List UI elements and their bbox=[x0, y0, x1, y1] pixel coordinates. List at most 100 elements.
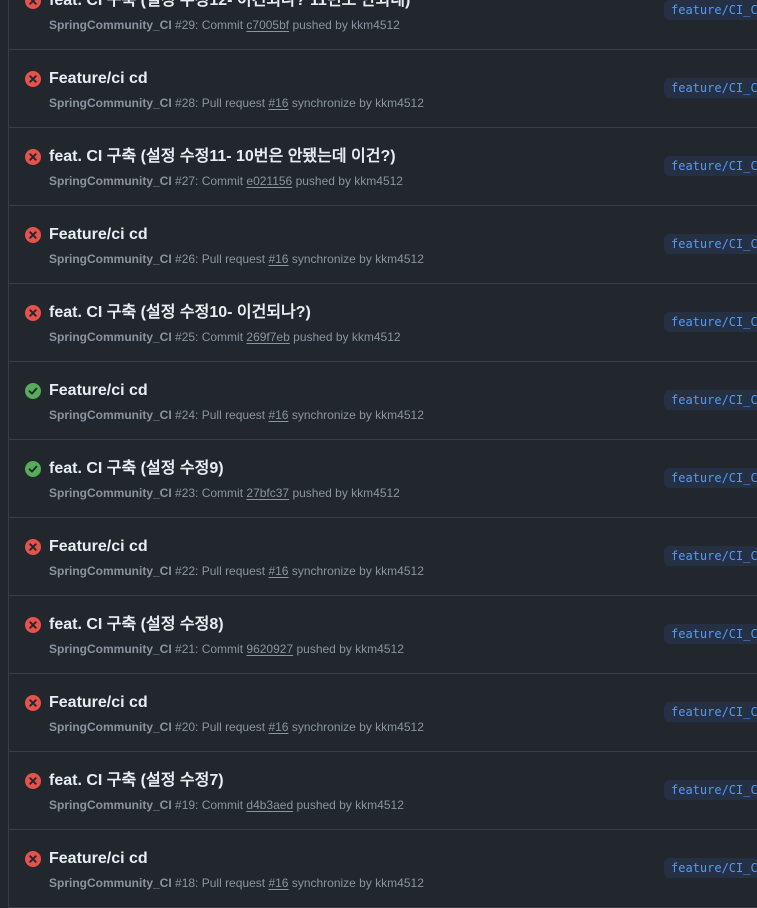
branch-label[interactable]: feature/CI_CD bbox=[664, 468, 757, 488]
run-title[interactable]: feat. CI 구축 (설정 수정11- 10번은 안됐는데 이건?) bbox=[49, 148, 396, 166]
event-text: Commit bbox=[201, 642, 244, 656]
run-title[interactable]: feat. CI 구축 (설정 수정9) bbox=[49, 460, 224, 478]
actor-text: synchronize by kkm4512 bbox=[291, 564, 424, 578]
workflow-runs-list: feat. CI 구축 (설정 수정12- 이건되나? 11번도 안되네) Sp… bbox=[8, 0, 757, 908]
x-circle-icon bbox=[25, 227, 41, 243]
actor-text: synchronize by kkm4512 bbox=[291, 96, 424, 110]
run-number: #27 bbox=[175, 174, 196, 188]
run-title[interactable]: Feature/ci cd bbox=[49, 382, 148, 400]
workflow-run-row[interactable]: feat. CI 구축 (설정 수정11- 10번은 안됐는데 이건?) Spr… bbox=[9, 128, 757, 206]
event-text: Commit bbox=[201, 798, 244, 812]
x-circle-icon bbox=[25, 539, 41, 555]
event-text: Pull request bbox=[201, 96, 266, 110]
workflow-run-row[interactable]: Feature/ci cd SpringCommunity_CI #18: Pu… bbox=[9, 830, 757, 908]
run-number: #28 bbox=[175, 96, 196, 110]
commit-link[interactable]: d4b3aed bbox=[246, 798, 293, 812]
workflow-run-row[interactable]: feat. CI 구축 (설정 수정9) SpringCommunity_CI … bbox=[9, 440, 757, 518]
x-circle-icon bbox=[25, 305, 41, 321]
workflow-name: SpringCommunity_CI bbox=[49, 564, 172, 578]
actor-text: pushed by kkm4512 bbox=[296, 798, 404, 812]
commit-link[interactable]: #16 bbox=[268, 564, 288, 578]
run-title[interactable]: feat. CI 구축 (설정 수정12- 이건되나? 11번도 안되네) bbox=[49, 0, 410, 10]
commit-link[interactable]: 9620927 bbox=[246, 642, 293, 656]
event-text: Pull request bbox=[201, 408, 266, 422]
commit-link[interactable]: #16 bbox=[268, 96, 288, 110]
workflow-name: SpringCommunity_CI bbox=[49, 798, 172, 812]
run-title[interactable]: feat. CI 구축 (설정 수정8) bbox=[49, 616, 224, 634]
commit-link[interactable]: c7005bf bbox=[246, 18, 289, 32]
run-number: #22 bbox=[175, 564, 196, 578]
workflow-name: SpringCommunity_CI bbox=[49, 408, 172, 422]
branch-label[interactable]: feature/CI_CD bbox=[664, 0, 757, 20]
commit-link[interactable]: 27bfc37 bbox=[246, 486, 289, 500]
workflow-run-row[interactable]: feat. CI 구축 (설정 수정7) SpringCommunity_CI … bbox=[9, 752, 757, 830]
run-title[interactable]: feat. CI 구축 (설정 수정7) bbox=[49, 772, 224, 790]
workflow-run-row[interactable]: Feature/ci cd SpringCommunity_CI #22: Pu… bbox=[9, 518, 757, 596]
commit-link[interactable]: #16 bbox=[268, 252, 288, 266]
workflow-run-row[interactable]: feat. CI 구축 (설정 수정12- 이건되나? 11번도 안되네) Sp… bbox=[9, 0, 757, 50]
actor-text: synchronize by kkm4512 bbox=[291, 408, 424, 422]
workflow-name: SpringCommunity_CI bbox=[49, 18, 172, 32]
branch-label[interactable]: feature/CI_CD bbox=[664, 780, 757, 800]
workflow-name: SpringCommunity_CI bbox=[49, 252, 172, 266]
run-meta: SpringCommunity_CI #21: Commit 9620927 p… bbox=[49, 642, 404, 656]
workflow-run-row[interactable]: Feature/ci cd SpringCommunity_CI #24: Pu… bbox=[9, 362, 757, 440]
commit-link[interactable]: 269f7eb bbox=[246, 330, 289, 344]
event-text: Commit bbox=[201, 18, 244, 32]
run-title[interactable]: Feature/ci cd bbox=[49, 850, 148, 868]
branch-label[interactable]: feature/CI_CD bbox=[664, 858, 757, 878]
commit-link[interactable]: #16 bbox=[268, 876, 288, 890]
x-circle-icon bbox=[25, 71, 41, 87]
run-meta: SpringCommunity_CI #19: Commit d4b3aed p… bbox=[49, 798, 404, 812]
run-number: #24 bbox=[175, 408, 196, 422]
run-title[interactable]: Feature/ci cd bbox=[49, 538, 148, 556]
branch-label[interactable]: feature/CI_CD bbox=[664, 234, 757, 254]
event-text: Commit bbox=[201, 486, 244, 500]
x-circle-icon bbox=[25, 773, 41, 789]
run-title[interactable]: Feature/ci cd bbox=[49, 226, 148, 244]
commit-link[interactable]: e021156 bbox=[246, 174, 292, 188]
run-title[interactable]: Feature/ci cd bbox=[49, 70, 148, 88]
branch-label[interactable]: feature/CI_CD bbox=[664, 624, 757, 644]
workflow-run-row[interactable]: Feature/ci cd SpringCommunity_CI #26: Pu… bbox=[9, 206, 757, 284]
run-title[interactable]: Feature/ci cd bbox=[49, 694, 148, 712]
x-circle-icon bbox=[25, 695, 41, 711]
workflow-name: SpringCommunity_CI bbox=[49, 174, 172, 188]
x-circle-icon bbox=[25, 149, 41, 165]
branch-label[interactable]: feature/CI_CD bbox=[664, 312, 757, 332]
workflow-run-row[interactable]: feat. CI 구축 (설정 수정10- 이건되나?) SpringCommu… bbox=[9, 284, 757, 362]
run-meta: SpringCommunity_CI #28: Pull request #16… bbox=[49, 96, 424, 110]
branch-label[interactable]: feature/CI_CD bbox=[664, 78, 757, 98]
actor-text: synchronize by kkm4512 bbox=[291, 720, 424, 734]
workflow-run-row[interactable]: Feature/ci cd SpringCommunity_CI #20: Pu… bbox=[9, 674, 757, 752]
workflow-name: SpringCommunity_CI bbox=[49, 876, 172, 890]
actor-text: pushed by kkm4512 bbox=[296, 642, 404, 656]
branch-label[interactable]: feature/CI_CD bbox=[664, 156, 757, 176]
run-title[interactable]: feat. CI 구축 (설정 수정10- 이건되나?) bbox=[49, 304, 311, 322]
run-meta: SpringCommunity_CI #29: Commit c7005bf p… bbox=[49, 18, 400, 32]
commit-link[interactable]: #16 bbox=[268, 408, 288, 422]
commit-link[interactable]: #16 bbox=[268, 720, 288, 734]
run-meta: SpringCommunity_CI #22: Pull request #16… bbox=[49, 564, 424, 578]
workflow-run-row[interactable]: feat. CI 구축 (설정 수정8) SpringCommunity_CI … bbox=[9, 596, 757, 674]
check-circle-icon bbox=[25, 383, 41, 399]
run-number: #23 bbox=[175, 486, 196, 500]
workflow-name: SpringCommunity_CI bbox=[49, 330, 172, 344]
actor-text: pushed by kkm4512 bbox=[292, 486, 400, 500]
run-number: #20 bbox=[175, 720, 196, 734]
run-meta: SpringCommunity_CI #24: Pull request #16… bbox=[49, 408, 424, 422]
run-number: #25 bbox=[175, 330, 196, 344]
branch-label[interactable]: feature/CI_CD bbox=[664, 390, 757, 410]
actor-text: pushed by kkm4512 bbox=[293, 330, 401, 344]
actor-text: synchronize by kkm4512 bbox=[291, 876, 424, 890]
run-meta: SpringCommunity_CI #23: Commit 27bfc37 p… bbox=[49, 486, 400, 500]
branch-label[interactable]: feature/CI_CD bbox=[664, 702, 757, 722]
workflow-run-row[interactable]: Feature/ci cd SpringCommunity_CI #28: Pu… bbox=[9, 50, 757, 128]
branch-label[interactable]: feature/CI_CD bbox=[664, 546, 757, 566]
x-circle-icon bbox=[25, 0, 41, 9]
event-text: Commit bbox=[201, 174, 244, 188]
workflow-name: SpringCommunity_CI bbox=[49, 486, 172, 500]
event-text: Pull request bbox=[201, 876, 266, 890]
event-text: Commit bbox=[201, 330, 244, 344]
run-meta: SpringCommunity_CI #20: Pull request #16… bbox=[49, 720, 424, 734]
